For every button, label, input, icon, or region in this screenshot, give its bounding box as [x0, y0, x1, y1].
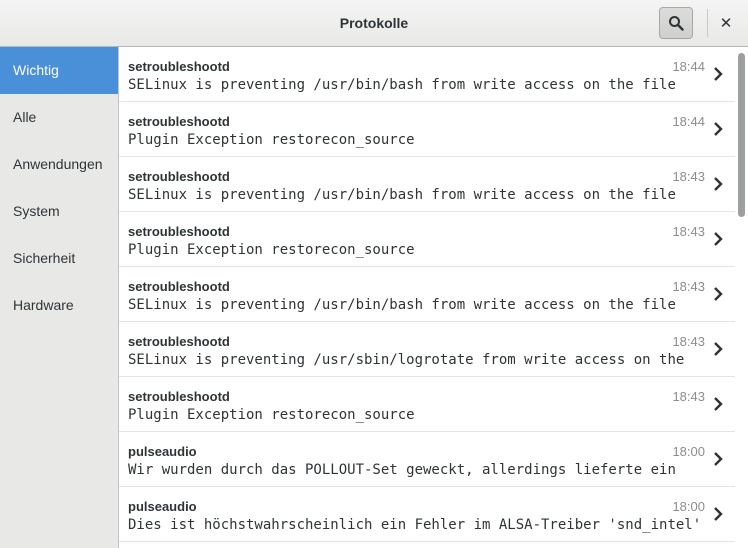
chevron-right-icon [714, 397, 723, 411]
event-row[interactable]: setroubleshootd 18:43 SELinux is prevent… [119, 157, 735, 212]
event-message: Plugin Exception restorecon_source [128, 132, 415, 148]
event-time: 18:00 [672, 444, 705, 459]
sidebar-item-wichtig[interactable]: Wichtig [0, 47, 118, 94]
event-time: 18:43 [672, 334, 705, 349]
event-row[interactable]: pulseaudio 18:00 Dies ist höchstwahrsche… [119, 487, 735, 542]
chevron-right-icon [714, 287, 723, 301]
event-row[interactable]: setroubleshootd 18:43 Plugin Exception r… [119, 212, 735, 267]
event-time: 18:43 [672, 279, 705, 294]
search-button[interactable] [659, 7, 693, 39]
sidebar-item-system[interactable]: System [0, 188, 118, 235]
event-row[interactable]: setroubleshootd 18:44 SELinux is prevent… [119, 47, 735, 102]
event-message: SELinux is preventing /usr/sbin/logrotat… [128, 352, 685, 368]
event-row[interactable]: setroubleshootd 18:43 SELinux is prevent… [119, 322, 735, 377]
event-message: SELinux is preventing /usr/bin/bash from… [128, 297, 676, 313]
event-message: Plugin Exception restorecon_source [128, 242, 415, 258]
sidebar-item-anwendungen[interactable]: Anwendungen [0, 141, 118, 188]
event-list: setroubleshootd 18:44 SELinux is prevent… [119, 47, 735, 548]
event-time: 18:00 [672, 499, 705, 514]
sidebar-item-alle[interactable]: Alle [0, 94, 118, 141]
event-message: SELinux is preventing /usr/bin/bash from… [128, 187, 676, 203]
sidebar-item-label: Anwendungen [13, 156, 103, 172]
event-row[interactable]: setroubleshootd 18:43 SELinux is prevent… [119, 267, 735, 322]
vertical-scrollbar[interactable] [735, 47, 748, 548]
close-button[interactable]: ✕ [712, 8, 740, 38]
sidebar-item-sicherheit[interactable]: Sicherheit [0, 235, 118, 282]
event-source: pulseaudio [128, 444, 197, 459]
event-time: 18:43 [672, 224, 705, 239]
chevron-right-icon [714, 507, 723, 521]
event-source: setroubleshootd [128, 279, 230, 294]
event-source: setroubleshootd [128, 334, 230, 349]
event-message: SELinux is preventing /usr/bin/bash from… [128, 77, 676, 93]
event-message: Wir wurden durch das POLLOUT-Set geweckt… [128, 462, 676, 478]
logs-window: Protokolle ✕ Wichtig Alle Anwendungen Sy… [0, 0, 748, 548]
chevron-right-icon [714, 452, 723, 466]
header-separator [707, 9, 708, 37]
event-row[interactable]: setroubleshootd 18:43 Plugin Exception r… [119, 377, 735, 432]
event-source: setroubleshootd [128, 389, 230, 404]
event-message: Plugin Exception restorecon_source [128, 407, 415, 423]
close-icon: ✕ [719, 15, 733, 32]
event-time: 18:44 [672, 59, 705, 74]
sidebar-item-label: Sicherheit [13, 250, 76, 266]
sidebar-item-hardware[interactable]: Hardware [0, 282, 118, 329]
event-source: pulseaudio [128, 499, 197, 514]
event-time: 18:44 [672, 114, 705, 129]
chevron-right-icon [714, 232, 723, 246]
event-time: 18:43 [672, 169, 705, 184]
sidebar-item-label: System [13, 203, 60, 219]
window-title: Protokolle [339, 15, 409, 31]
header-bar: Protokolle ✕ [0, 0, 748, 47]
chevron-right-icon [714, 122, 723, 136]
chevron-right-icon [714, 342, 723, 356]
scrollbar-thumb[interactable] [738, 53, 745, 217]
sidebar-item-label: Wichtig [13, 62, 59, 78]
event-source: setroubleshootd [128, 59, 230, 74]
event-source: setroubleshootd [128, 224, 230, 239]
chevron-right-icon [714, 67, 723, 81]
search-icon [669, 16, 684, 31]
chevron-right-icon [714, 177, 723, 191]
event-source: setroubleshootd [128, 169, 230, 184]
category-sidebar: Wichtig Alle Anwendungen System Sicherhe… [0, 47, 119, 548]
event-row[interactable]: setroubleshootd 18:44 Plugin Exception r… [119, 102, 735, 157]
event-time: 18:43 [672, 389, 705, 404]
event-source: setroubleshootd [128, 114, 230, 129]
event-row[interactable]: pulseaudio 18:00 Wir wurden durch das PO… [119, 432, 735, 487]
sidebar-item-label: Hardware [13, 297, 74, 313]
sidebar-item-label: Alle [13, 109, 37, 125]
event-message: Dies ist höchstwahrscheinlich ein Fehler… [128, 517, 702, 533]
